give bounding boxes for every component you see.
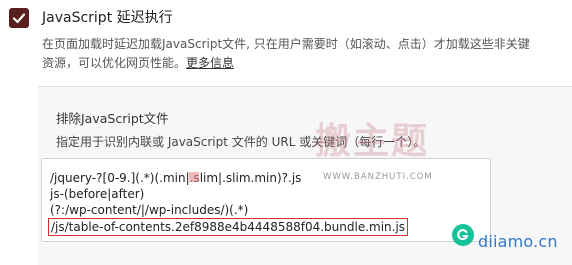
exclude-js-textarea[interactable]: /jquery-?[0-9.](.*)(.min|.slim|.slim.min… <box>41 158 491 242</box>
grammarly-icon[interactable] <box>452 224 474 246</box>
checkmark-icon <box>12 13 26 24</box>
setting-description: 在页面加载时延迟加载JavaScript文件, 只在用户需要时（如滚动、点击）才… <box>42 35 570 73</box>
exclude-js-description: 指定用于识别内联或 JavaScript 文件的 URL 或关键词（每行一个）。 <box>56 135 426 149</box>
exclude-line: js-(before|after) <box>50 187 145 201</box>
enable-defer-js-checkbox[interactable] <box>9 8 29 28</box>
exclude-line: (?:/wp-content/|/wp-includes/)(.*) <box>50 203 249 217</box>
site-watermark: diiamo.cn <box>478 232 558 251</box>
exclude-js-title: 排除JavaScript文件 <box>56 111 169 126</box>
exclude-line-highlighted: /js/table-of-contents.2ef8988e4b4448588f… <box>48 218 409 236</box>
setting-title: JavaScript 延迟执行 <box>42 10 173 26</box>
setting-desc-line2: 资源，可以优化网页性能。 <box>42 56 187 70</box>
setting-desc-line1: 在页面加载时延迟加载JavaScript文件, 只在用户需要时（如滚动、点击）才… <box>42 37 530 51</box>
watermark-mark <box>189 172 199 182</box>
exclude-line: /jquery-?[0-9.](.*)(.min|.slim|.slim.min… <box>50 171 302 185</box>
more-info-link[interactable]: 更多信息 <box>186 56 234 70</box>
